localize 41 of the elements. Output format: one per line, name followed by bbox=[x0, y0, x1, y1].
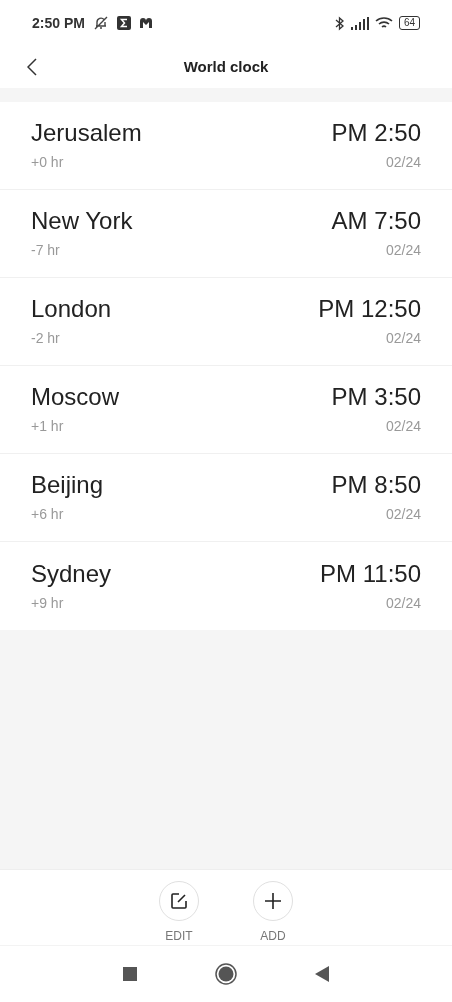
back-icon bbox=[27, 58, 37, 76]
time-offset: -2 hr bbox=[31, 329, 61, 348]
clock-date: 02/24 bbox=[385, 153, 421, 172]
time-offset: +6 hr bbox=[31, 505, 65, 524]
page-title: World clock bbox=[183, 56, 269, 77]
clock-date: 02/24 bbox=[385, 593, 421, 613]
city-name: London bbox=[31, 294, 112, 324]
clock-date: 02/24 bbox=[385, 329, 421, 348]
clock-time: PM 2:50 bbox=[331, 118, 421, 148]
time-offset: -7 hr bbox=[31, 241, 61, 260]
home-icon[interactable] bbox=[215, 963, 237, 985]
time-offset: +9 hr bbox=[31, 593, 65, 613]
plus-icon bbox=[264, 892, 282, 910]
status-time: 2:50 PM bbox=[32, 13, 85, 33]
battery-indicator: 64 bbox=[398, 16, 420, 30]
edit-icon bbox=[170, 892, 188, 910]
signal-icon bbox=[350, 16, 369, 30]
add-button[interactable]: ADD bbox=[253, 881, 293, 945]
clock-time: PM 12:50 bbox=[318, 294, 421, 324]
clock-time: PM 8:50 bbox=[331, 470, 421, 500]
bluetooth-icon bbox=[334, 15, 345, 31]
city-name: New York bbox=[31, 206, 133, 236]
city-name: Beijing bbox=[31, 470, 104, 500]
bell-off-icon bbox=[92, 15, 109, 31]
city-name: Sydney bbox=[31, 558, 112, 589]
clock-date: 02/24 bbox=[385, 417, 421, 436]
clock-time: AM 7:50 bbox=[331, 206, 421, 236]
clock-date: 02/24 bbox=[385, 241, 421, 260]
clock-time: PM 3:50 bbox=[331, 382, 421, 412]
edit-button[interactable]: EDIT bbox=[159, 881, 199, 945]
wifi-icon bbox=[374, 16, 393, 30]
city-name: Jerusalem bbox=[31, 118, 142, 148]
clock-date: 02/24 bbox=[385, 505, 421, 524]
time-offset: +0 hr bbox=[31, 153, 65, 172]
clock-time: PM 11:50 bbox=[320, 558, 421, 589]
app-logo-icon bbox=[138, 17, 153, 29]
time-offset: +1 hr bbox=[31, 417, 65, 436]
back-nav-icon[interactable] bbox=[315, 966, 329, 982]
city-name: Moscow bbox=[31, 382, 120, 412]
back-button[interactable] bbox=[24, 56, 40, 78]
sigma-icon bbox=[116, 16, 131, 30]
